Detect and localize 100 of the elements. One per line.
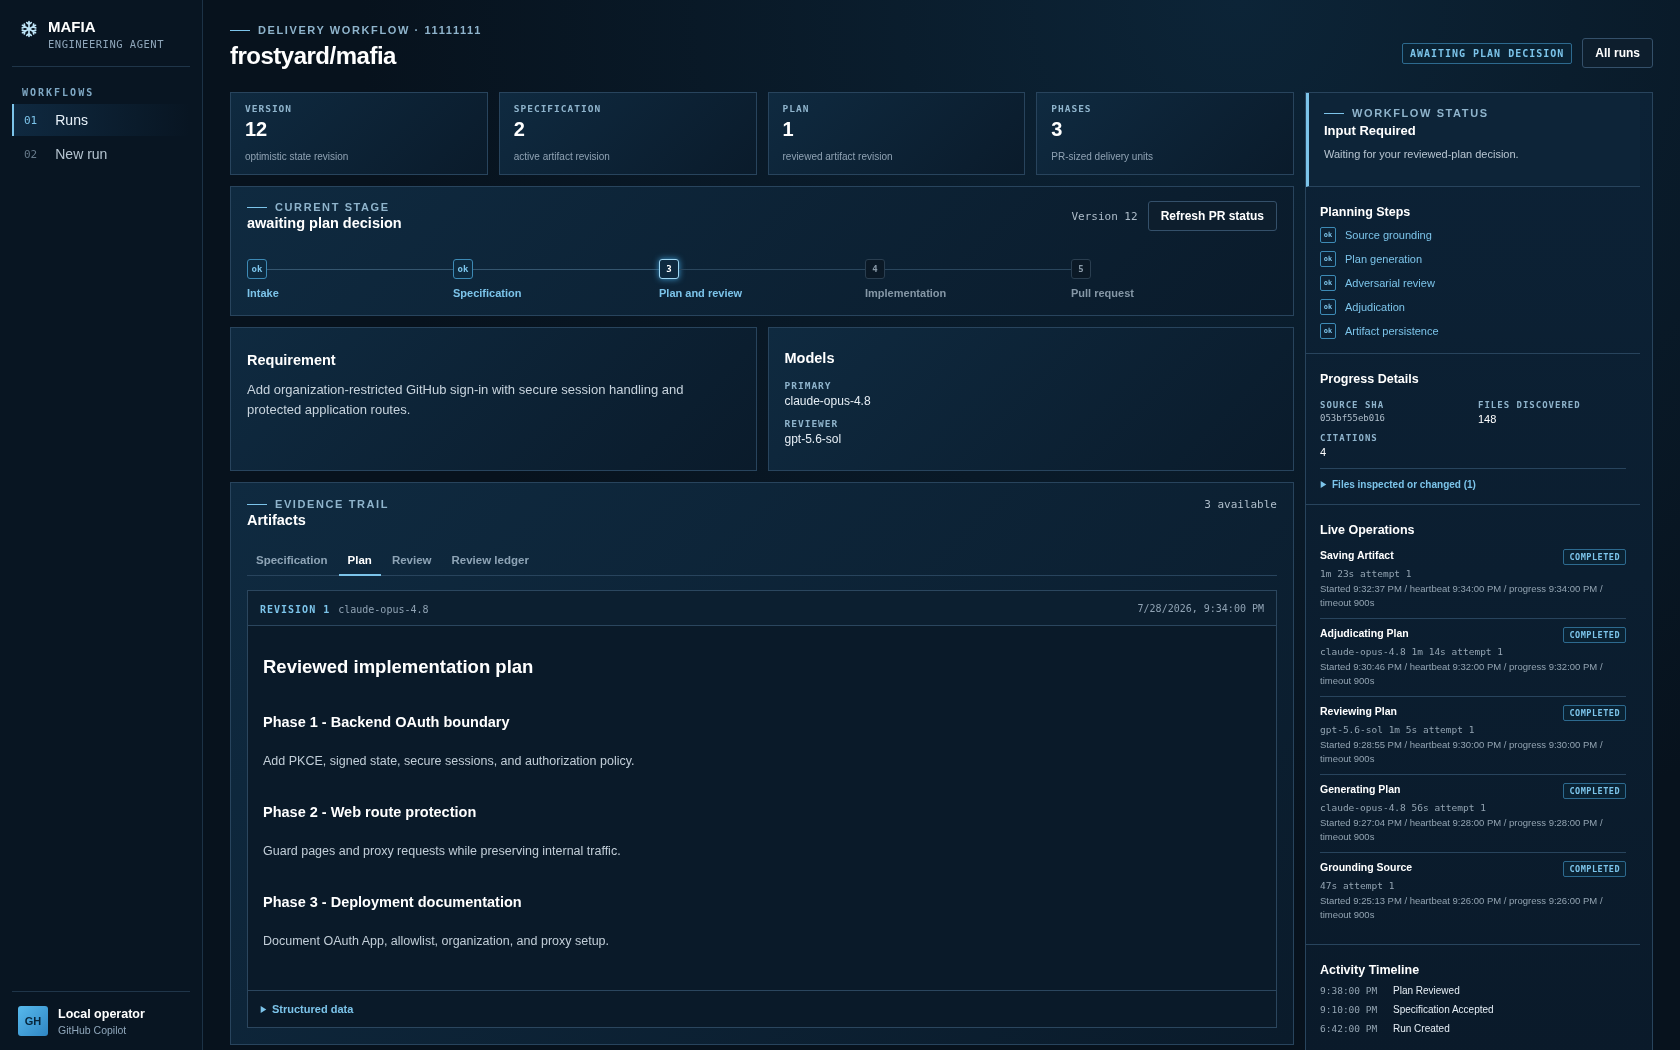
card-eyebrow: CURRENT STAGE — [275, 201, 390, 213]
refresh-button[interactable]: Refresh PR status — [1147, 201, 1277, 231]
status-badge: COMPLETED — [1563, 705, 1626, 721]
operation-meta: gpt-5.6-sol 1m 5s attempt 1 — [1320, 724, 1476, 735]
disclosure-triangle-icon — [260, 1005, 267, 1013]
stat-value: 2 — [513, 118, 526, 141]
revision-label: REVISION 1 — [260, 604, 331, 615]
model-label: PRIMARY — [784, 380, 833, 391]
field-value: 148 — [1478, 413, 1498, 425]
stat-label: VERSION — [245, 103, 294, 114]
field-value: 053bf55eb016 — [1320, 413, 1387, 423]
accent-rule — [247, 206, 267, 208]
field-label: CITATIONS — [1320, 433, 1379, 443]
planning-step: Plan generation — [1345, 253, 1423, 265]
disclosure-triangle-icon — [1320, 481, 1327, 488]
stat-caption: reviewed artifact revision — [782, 151, 894, 162]
section-label: WORKFLOWS — [21, 87, 96, 98]
status-badge: AWAITING PLAN DECISION — [1401, 42, 1573, 64]
files-toggle[interactable]: Files inspected or changed (1) — [1320, 469, 1476, 490]
stage-title: awaiting plan decision — [247, 215, 402, 231]
card-eyebrow: WORKFLOW STATUS — [1352, 107, 1489, 119]
artifact-tab[interactable]: Review ledger — [442, 546, 538, 576]
operation-meta: claude-opus-4.8 1m 14s attempt 1 — [1320, 646, 1505, 657]
version-label: Version 12 — [1071, 209, 1138, 223]
stat-caption: active artifact revision — [513, 151, 611, 162]
stat-label: PLAN — [782, 103, 811, 114]
status-badge: COMPLETED — [1563, 783, 1626, 799]
artifact-count: 3 available — [1204, 498, 1277, 511]
planning-step: Adversarial review — [1345, 277, 1435, 289]
accent-rule — [230, 29, 250, 31]
structured-data-toggle[interactable]: Structured data — [248, 991, 366, 1027]
operation-detail: Started 9:27:04 PM / heartbeat 9:28:00 PM / progress 9:28:00 PM / timeout 900s — [1320, 816, 1604, 844]
section-title: Progress Details — [1320, 372, 1420, 386]
timeline-event: Specification Accepted — [1393, 1004, 1495, 1015]
operation-name: Saving Artifact — [1320, 549, 1394, 561]
operation-detail: Started 9:25:13 PM / heartbeat 9:26:00 PM / progress 9:26:00 PM / timeout 900s — [1320, 894, 1604, 922]
status-title: Input Required — [1324, 123, 1417, 138]
requirement-text: Add organization-restricted GitHub sign-in with secure session handling and protected application routes. — [247, 381, 685, 419]
accent-rule — [247, 503, 267, 505]
timeline-event: Plan Reviewed — [1393, 985, 1461, 996]
status-text: Waiting for your reviewed-plan decision. — [1324, 148, 1520, 160]
step-marker: ok — [453, 259, 473, 279]
card-title: Models — [784, 350, 836, 366]
document-title: Reviewed implementation plan — [263, 656, 535, 678]
operation-name: Grounding Source — [1320, 861, 1413, 873]
section-text: Document OAuth App, allowlist, organization, and proxy setup. — [263, 934, 611, 948]
brand-name: MAFIA — [48, 18, 97, 35]
field-label: FILES DISCOVERED — [1478, 400, 1582, 410]
section-text: Add PKCE, signed state, secure sessions, and authorization policy. — [263, 754, 636, 768]
step-label: Intake — [247, 287, 280, 299]
stat-label: SPECIFICATION — [513, 103, 603, 114]
status-badge: COMPLETED — [1563, 549, 1626, 565]
artifact-tab[interactable]: Specification — [247, 546, 337, 576]
revision-model: claude-opus-4.8 — [338, 604, 429, 615]
field-label: SOURCE SHA — [1320, 400, 1386, 410]
card-title: Requirement — [247, 352, 337, 368]
section-heading: Phase 2 - Web route protection — [263, 804, 478, 820]
operation-detail: Started 9:28:55 PM / heartbeat 9:30:00 PM / progress 9:30:00 PM / timeout 900s — [1320, 738, 1604, 766]
section-heading: Phase 3 - Deployment documentation — [263, 894, 523, 910]
section-title: Activity Timeline — [1320, 963, 1421, 977]
all-runs-button[interactable]: All runs — [1582, 38, 1653, 68]
planning-step: Source grounding — [1345, 229, 1432, 241]
card-eyebrow: EVIDENCE TRAIL — [275, 498, 390, 510]
operation-name: Adjudicating Plan — [1320, 627, 1409, 639]
page-title: frostyard/mafia — [230, 42, 398, 70]
step-marker: 4 — [865, 259, 885, 279]
operation-meta: claude-opus-4.8 56s attempt 1 — [1320, 802, 1487, 813]
section-heading: Phase 1 - Backend OAuth boundary — [263, 714, 511, 730]
nav-item[interactable]: 02 New run — [12, 138, 190, 170]
user-name: Local operator — [58, 1006, 145, 1021]
accent-rule — [1324, 112, 1344, 114]
operation-meta: 47s attempt 1 — [1320, 880, 1396, 891]
section-title: Live Operations — [1320, 523, 1416, 537]
step-marker: ok — [247, 259, 267, 279]
stat-caption: PR-sized delivery units — [1051, 151, 1154, 162]
artifact-tab[interactable]: Review — [382, 546, 441, 576]
stat-caption: optimistic state revision — [245, 151, 350, 162]
section-title: Planning Steps — [1320, 205, 1412, 219]
snowflake-icon — [20, 20, 38, 38]
model-value: claude-opus-4.8 — [784, 394, 872, 408]
field-value: 4 — [1320, 446, 1328, 458]
stat-value: 1 — [782, 118, 795, 141]
operation-meta: 1m 23s attempt 1 — [1320, 568, 1413, 579]
model-value: gpt-5.6-sol — [784, 432, 843, 446]
operation-detail: Started 9:32:37 PM / heartbeat 9:34:00 PM / progress 9:34:00 PM / timeout 900s — [1320, 582, 1604, 610]
operation-detail: Started 9:30:46 PM / heartbeat 9:32:00 PM / progress 9:32:00 PM / timeout 900s — [1320, 660, 1604, 688]
stat-value: 12 — [245, 118, 269, 141]
planning-step: Artifact persistence — [1345, 325, 1439, 337]
timeline-time: 6:42:00 PM — [1320, 1023, 1379, 1034]
artifact-tab[interactable]: Plan — [338, 546, 381, 576]
operation-name: Reviewing Plan — [1320, 705, 1398, 717]
step-marker: 3 — [659, 259, 679, 279]
step-label: Pull request — [1071, 287, 1135, 299]
operation-name: Generating Plan — [1320, 783, 1401, 795]
step-label: Implementation — [865, 287, 948, 299]
page-eyebrow: DELIVERY WORKFLOW · 11111111 — [258, 24, 482, 36]
planning-step: Adjudication — [1345, 301, 1405, 313]
stat-label: PHASES — [1051, 103, 1093, 114]
user-avatar: GH — [18, 1006, 48, 1036]
section-text: Guard pages and proxy requests while preserving internal traffic. — [263, 844, 622, 858]
